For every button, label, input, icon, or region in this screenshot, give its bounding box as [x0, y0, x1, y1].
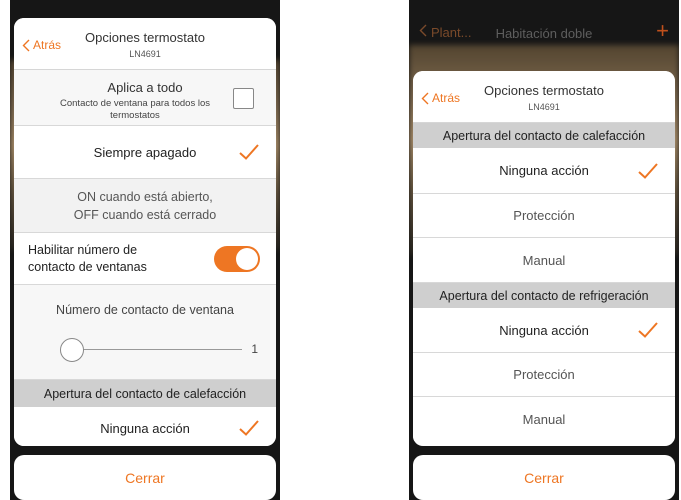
right-screen: Plant... Habitación doble + Atrás Opcion… [409, 0, 679, 500]
checkmark-icon [637, 162, 659, 180]
checkmark-icon [238, 143, 260, 161]
option-label: Manual [522, 252, 566, 268]
cooling-option-manual[interactable]: Manual [413, 397, 675, 441]
checkmark-icon [637, 321, 659, 339]
apply-to-all-checkbox[interactable] [233, 88, 254, 109]
slider-label: Número de contacto de ventana [56, 303, 234, 317]
enable-window-contact-toggle[interactable] [214, 246, 260, 272]
option-label: Protección [513, 208, 575, 223]
heating-option-manual[interactable]: Manual [413, 238, 675, 283]
apply-to-all-row[interactable]: Aplica a todo Contacto de ventana para t… [14, 70, 276, 126]
checkmark-icon [238, 419, 260, 437]
plus-icon[interactable]: + [656, 18, 669, 44]
option-label: Ninguna acción [100, 420, 190, 436]
cooling-option-protection[interactable]: Protección [413, 353, 675, 397]
slider-value: 1 [251, 342, 258, 356]
modal-subtitle: LN4691 [528, 102, 560, 112]
slider-track[interactable] [70, 349, 242, 350]
modal-title: Opciones termostato [484, 83, 604, 98]
thermostat-options-modal: Atrás Opciones termostato LN4691 Aplica … [14, 18, 276, 446]
left-screen: Atrás Opciones termostato LN4691 Aplica … [10, 0, 280, 500]
section-heating: Apertura del contacto de calefacción [14, 380, 276, 407]
cooling-option-no-action[interactable]: Ninguna acción [413, 308, 675, 353]
window-contact-number-block: Número de contacto de ventana 1 [14, 285, 276, 380]
heating-option-protection[interactable]: Protección [413, 194, 675, 238]
slider-thumb[interactable] [60, 338, 84, 362]
option-label: Ninguna acción [499, 322, 589, 338]
heating-option-no-action[interactable]: Ninguna acción [413, 148, 675, 194]
close-button[interactable]: Cerrar [14, 455, 276, 500]
option-label: Protección [513, 367, 575, 382]
modal-header: Atrás Opciones termostato LN4691 [14, 18, 276, 70]
close-button[interactable]: Cerrar [413, 455, 675, 500]
toggle-knob [236, 248, 258, 270]
heating-option-no-action[interactable]: Ninguna acción [14, 407, 276, 446]
option-label: Siempre apagado [93, 144, 197, 160]
modal-header: Atrás Opciones termostato LN4691 [413, 71, 675, 123]
enable-window-contact-row: Habilitar número de contacto de ventanas [14, 233, 276, 285]
section-heating: Apertura del contacto de calefacción [413, 123, 675, 148]
option-always-off[interactable]: Siempre apagado [14, 126, 276, 179]
modal-subtitle: LN4691 [129, 49, 161, 59]
enable-window-contact-label: Habilitar número de contacto de ventanas [28, 242, 147, 276]
option-on-when-open[interactable]: ON cuando está abierto, OFF cuando está … [14, 179, 276, 233]
thermostat-options-modal: Atrás Opciones termostato LN4691 Apertur… [413, 71, 675, 446]
background-header: Plant... Habitación doble + [409, 0, 679, 62]
bg-title: Habitación doble [495, 26, 593, 41]
section-cooling: Apertura del contacto de refrigeración [413, 283, 675, 308]
option-label: Ninguna acción [499, 163, 589, 178]
option-label: Manual [522, 411, 566, 427]
option-label-line1: ON cuando está abierto, [77, 189, 213, 204]
option-label-line2: OFF cuando está cerrado [73, 207, 217, 222]
label-line1: Habilitar número de [28, 242, 138, 257]
modal-title: Opciones termostato [85, 30, 205, 45]
label-line2: contacto de ventanas [28, 259, 147, 274]
